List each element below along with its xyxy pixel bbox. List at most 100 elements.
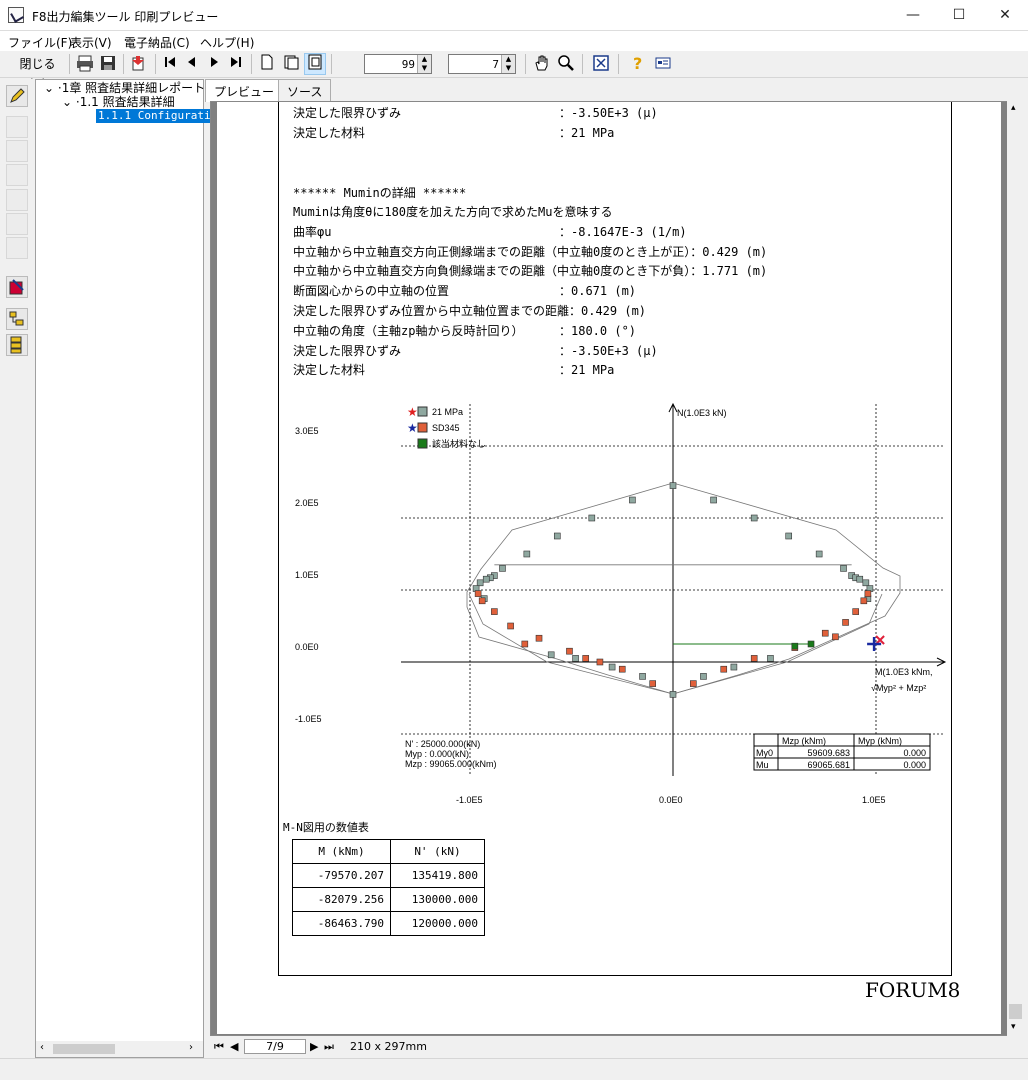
- tree-node-chapter1[interactable]: ⌄ ·1章 照査結果詳細レポート: [44, 81, 205, 95]
- menu-bar: ファイル(F) 表示(V) 電子納品(C) ヘルプ(H): [0, 31, 1028, 51]
- tree-node-section1-1[interactable]: ⌄ ·1.1 照査結果詳細: [62, 95, 175, 109]
- data-point: [588, 514, 596, 522]
- single-page-icon[interactable]: [256, 53, 278, 75]
- spin-down-icon[interactable]: ▼: [501, 64, 515, 73]
- nav-prev-icon[interactable]: ◀: [230, 1040, 238, 1053]
- tree-node-configuration[interactable]: 1.1.1 Configuratio: [96, 109, 220, 123]
- tree-horizontal-scrollbar[interactable]: ‹ ›: [36, 1041, 203, 1057]
- spin-up-icon[interactable]: ▲: [501, 55, 515, 64]
- menu-file[interactable]: ファイル(F): [8, 34, 72, 51]
- scroll-down-icon[interactable]: ▾: [1011, 1022, 1016, 1032]
- tab-preview[interactable]: プレビュー: [205, 79, 284, 102]
- two-page-icon[interactable]: [280, 53, 302, 75]
- doc-line: 中立軸から中立軸直交方向正側縁端までの距離（中立軸0度のとき上が正）：0.429…: [293, 245, 768, 259]
- nav-next-icon[interactable]: ▶: [310, 1040, 318, 1053]
- data-point: [639, 673, 646, 680]
- data-point: [521, 640, 529, 648]
- tree-collapse-icon[interactable]: [6, 334, 28, 356]
- preview-vertical-scrollbar[interactable]: ▴ ▾: [1007, 101, 1024, 1036]
- data-point: [791, 642, 799, 650]
- doc-line: 決定した限界ひずみ位置から中立軸位置までの距離：0.429 (m): [293, 304, 647, 318]
- data-point: [821, 629, 829, 637]
- close-window-button[interactable]: ✕: [982, 0, 1028, 31]
- fit-page-icon[interactable]: [304, 53, 326, 75]
- fit-window-icon[interactable]: [590, 53, 612, 75]
- value-table-header: Myp (kNm): [858, 736, 902, 746]
- next-page-icon[interactable]: [204, 53, 224, 75]
- table-cell: -86463.790: [292, 911, 391, 936]
- legend-star-blue: ★: [407, 421, 418, 435]
- minimize-button[interactable]: —: [890, 0, 936, 31]
- menu-help[interactable]: ヘルプ(H): [200, 34, 254, 51]
- page-input[interactable]: [449, 55, 502, 73]
- close-button[interactable]: 閉じる(X): [10, 53, 65, 91]
- last-page-icon[interactable]: [226, 53, 246, 75]
- prev-page-icon[interactable]: [182, 53, 202, 75]
- zoom-stepper[interactable]: ▲ ▼: [364, 54, 432, 74]
- value-table-cell: 69065.681: [807, 760, 850, 770]
- spin-down-icon[interactable]: ▼: [417, 64, 431, 73]
- tab-source[interactable]: ソース: [278, 79, 332, 101]
- info-line: Myp : 0.000(kN): [405, 749, 469, 759]
- disabled-tool-icon: [6, 140, 28, 162]
- x-tick-label: 1.0E5: [862, 795, 886, 805]
- data-point: [572, 655, 579, 662]
- first-page-icon[interactable]: [160, 53, 180, 75]
- zoom-input[interactable]: [365, 55, 418, 73]
- nav-last-icon[interactable]: ⏭: [324, 1040, 334, 1054]
- doc-line: 中立軸の角度（主軸zp軸から反時計回り） ：180.0 (°): [293, 324, 637, 338]
- scroll-left-icon[interactable]: ‹: [40, 1042, 44, 1053]
- disabled-tool-icon: [6, 213, 28, 235]
- scroll-right-icon[interactable]: ›: [189, 1042, 193, 1053]
- legend-label: SD345: [432, 423, 460, 433]
- y-tick-label: 1.0E5: [295, 570, 319, 580]
- page-stepper[interactable]: ▲ ▼: [448, 54, 516, 74]
- magnifier-icon[interactable]: [555, 53, 577, 75]
- help-icon[interactable]: ?: [627, 53, 649, 75]
- nav-first-icon[interactable]: ⏮: [214, 1040, 224, 1054]
- value-table-cell: 0.000: [903, 748, 926, 758]
- hand-icon[interactable]: [531, 53, 553, 75]
- format-tool-icon[interactable]: [6, 276, 28, 298]
- disabled-tool-icon: [6, 116, 28, 138]
- data-point: [840, 565, 847, 572]
- doc-line: 決定した限界ひずみ ：-3.50E+3 (μ): [293, 106, 658, 120]
- doc-line: 決定した材料 ：21 MPa: [293, 126, 615, 140]
- info-icon[interactable]: [652, 53, 674, 75]
- tree-expand-icon[interactable]: [6, 308, 28, 330]
- page-indicator[interactable]: 7/9: [244, 1039, 306, 1054]
- data-point: [491, 608, 498, 615]
- data-point: [832, 633, 839, 641]
- table-header: N' (kN): [390, 839, 485, 864]
- data-point: [482, 575, 490, 583]
- export-icon[interactable]: [128, 53, 150, 75]
- save-icon[interactable]: [97, 53, 119, 75]
- status-bar: [0, 1058, 1028, 1080]
- edit-pen-icon[interactable]: [6, 85, 28, 107]
- data-point: [710, 496, 717, 504]
- spin-up-icon[interactable]: ▲: [417, 55, 431, 64]
- maximize-button[interactable]: ☐: [936, 0, 982, 31]
- x-tick-label: 0.0E0: [659, 795, 683, 805]
- menu-electronic-delivery[interactable]: 電子納品(C): [124, 34, 190, 51]
- toolbar-separator: [155, 54, 156, 74]
- scroll-up-icon[interactable]: ▴: [1011, 103, 1016, 113]
- data-point: [815, 550, 823, 558]
- scroll-thumb[interactable]: [53, 1044, 115, 1054]
- table-row: -86463.790 120000.000: [292, 911, 485, 936]
- value-table-cell: 59609.683: [807, 748, 850, 758]
- table-title: M-N図用の数値表: [283, 821, 369, 834]
- y-axis-label: N(1.0E3 kN): [677, 408, 727, 418]
- menu-view[interactable]: 表示(V): [70, 34, 112, 51]
- left-toolstrip: [0, 79, 35, 1058]
- print-icon[interactable]: [74, 53, 96, 75]
- legend-label: 21 MPa: [432, 407, 463, 417]
- table-header: M (kNm): [292, 839, 391, 864]
- doc-line: 決定した材料 ：21 MPa: [293, 363, 615, 377]
- legend-label: 該当材料なし: [432, 438, 486, 449]
- app-icon: [8, 7, 24, 23]
- x-axis-label-formula: √Myp² + Mzp²: [871, 683, 926, 693]
- data-point: [852, 608, 860, 615]
- info-line: N' : 25000.000(kN): [405, 739, 480, 749]
- scroll-thumb[interactable]: [1009, 1004, 1022, 1019]
